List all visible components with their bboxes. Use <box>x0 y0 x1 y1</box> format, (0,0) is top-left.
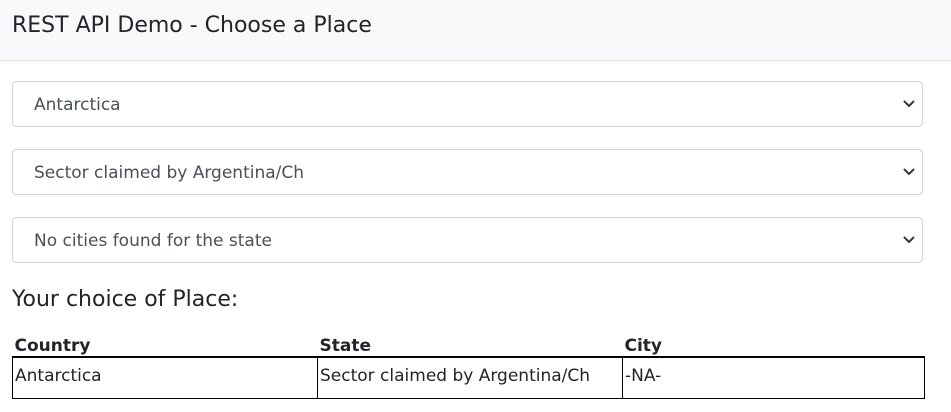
navbar: REST API Demo - Choose a Place <box>0 0 951 61</box>
chevron-down-icon <box>903 236 915 243</box>
cell-city: -NA- <box>622 356 925 399</box>
table-row: Antarctica Sector claimed by Argentina/C… <box>12 356 925 399</box>
country-select-value: Antarctica <box>34 95 121 115</box>
city-select-value: No cities found for the state <box>34 231 272 251</box>
chevron-down-icon <box>903 100 915 107</box>
column-header-state: State <box>317 327 623 358</box>
country-select[interactable]: Antarctica <box>12 81 923 127</box>
cell-country: Antarctica <box>12 356 318 399</box>
city-select[interactable]: No cities found for the state <box>12 217 923 263</box>
column-header-city: City <box>622 327 925 358</box>
column-header-country: Country <box>12 327 318 358</box>
table-header-row: Country State City <box>12 327 925 358</box>
choice-heading: Your choice of Place: <box>12 287 239 312</box>
place-table: Country State City Antarctica Sector cla… <box>12 327 925 399</box>
cell-state: Sector claimed by Argentina/Ch <box>317 356 623 399</box>
state-select[interactable]: Sector claimed by Argentina/Ch <box>12 149 923 195</box>
chevron-down-icon <box>903 168 915 175</box>
state-select-value: Sector claimed by Argentina/Ch <box>34 163 305 183</box>
page-title: REST API Demo - Choose a Place <box>12 13 372 38</box>
